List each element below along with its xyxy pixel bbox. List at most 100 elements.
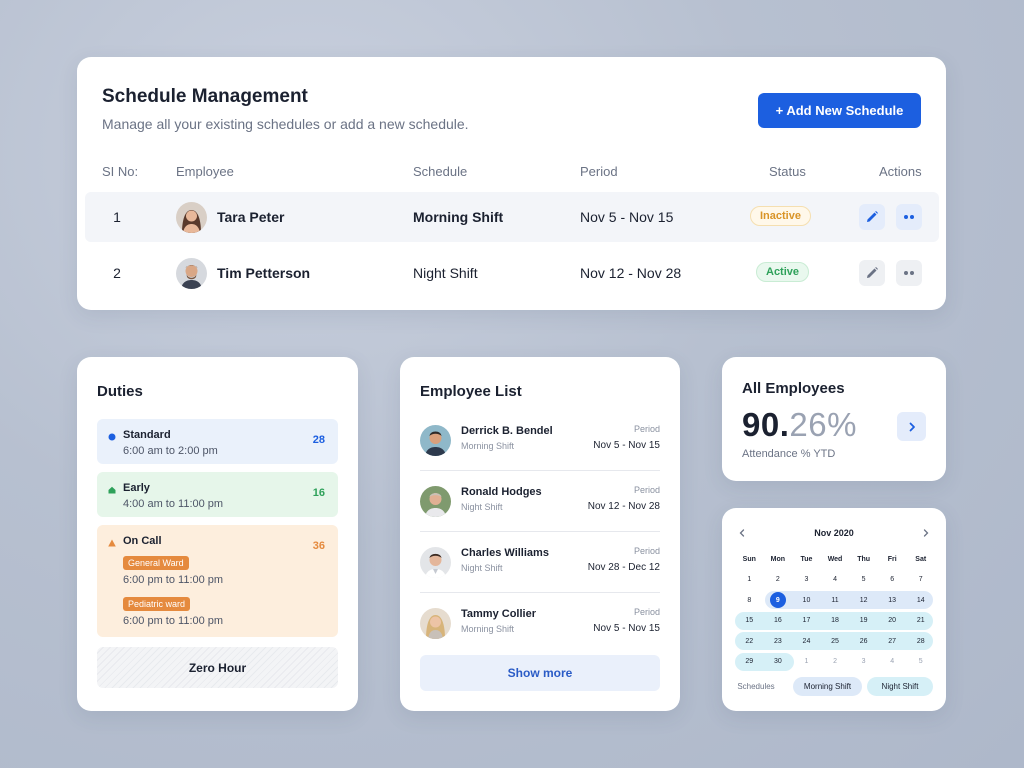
all-employees-card: All Employees 90.26% Attendance % YTD bbox=[722, 357, 946, 481]
next-month-button[interactable] bbox=[919, 526, 933, 540]
duty-on-call[interactable]: On Call 36 General Ward 6:00 pm to 11:00… bbox=[97, 525, 338, 637]
employee-list-title: Employee List bbox=[420, 383, 522, 400]
chevron-right-icon bbox=[909, 422, 915, 431]
calendar-day[interactable]: 2 bbox=[764, 571, 793, 589]
calendar-day[interactable]: 28 bbox=[906, 632, 935, 650]
attendance-value: 90.26% bbox=[742, 406, 857, 444]
duty-standard[interactable]: Standard 6:00 am to 2:00 pm 28 bbox=[97, 419, 338, 464]
duty-zero-hour[interactable]: Zero Hour bbox=[97, 647, 338, 688]
list-item[interactable]: Tammy Collier Morning Shift Period Nov 5… bbox=[420, 593, 660, 654]
weekday-label: Wed bbox=[827, 555, 843, 563]
calendar-day[interactable]: 18 bbox=[821, 612, 850, 630]
calendar-day[interactable]: 1 bbox=[735, 571, 764, 589]
calendar-day[interactable]: 30 bbox=[764, 653, 793, 671]
calendar-day[interactable]: 8 bbox=[735, 591, 764, 609]
row-number: 1 bbox=[113, 209, 121, 225]
calendar-day[interactable]: 12 bbox=[849, 591, 878, 609]
calendar-day[interactable]: 15 bbox=[735, 612, 764, 630]
calendar-day[interactable]: 20 bbox=[878, 612, 907, 630]
period-cell: Nov 5 - Nov 15 bbox=[580, 209, 674, 225]
table-row[interactable]: 1 Tara Peter Morning Shift Nov 5 - Nov 1… bbox=[85, 192, 939, 242]
calendar-week: 22 23 24 25 26 27 28 bbox=[735, 632, 935, 653]
circle-icon bbox=[108, 433, 116, 441]
list-item[interactable]: Charles Williams Night Shift Period Nov … bbox=[420, 532, 660, 593]
pencil-icon bbox=[867, 211, 878, 222]
weekday-label: Thu bbox=[857, 555, 871, 563]
attendance-caption: Attendance % YTD bbox=[742, 448, 836, 460]
calendar-week: 15 16 17 18 19 20 21 bbox=[735, 611, 935, 633]
period-label: Period bbox=[633, 607, 660, 617]
duty-name: Early bbox=[123, 482, 150, 494]
status-badge: Inactive bbox=[750, 206, 811, 226]
calendar-day[interactable]: 24 bbox=[792, 632, 821, 650]
calendar-day[interactable]: 23 bbox=[764, 632, 793, 650]
calendar-day[interactable]: 25 bbox=[821, 632, 850, 650]
avatar bbox=[420, 608, 451, 639]
employee-name: Tara Peter bbox=[217, 209, 285, 225]
calendar-day[interactable]: 7 bbox=[906, 571, 935, 589]
calendar-day[interactable]: 5 bbox=[849, 571, 878, 589]
calendar-day[interactable]: 11 bbox=[821, 591, 850, 609]
legend-night-shift[interactable]: Night Shift bbox=[867, 677, 933, 696]
calendar-day[interactable]: 21 bbox=[906, 612, 935, 630]
calendar-day[interactable]: 17 bbox=[792, 612, 821, 630]
calendar-day[interactable]: 22 bbox=[735, 632, 764, 650]
calendar-week: 1 2 3 4 5 6 7 bbox=[735, 571, 935, 592]
attendance-value-integer: 90. bbox=[742, 406, 790, 443]
calendar-day[interactable]: 16 bbox=[764, 612, 793, 630]
calendar-day-next-month[interactable]: 3 bbox=[849, 653, 878, 671]
calendar-day-next-month[interactable]: 2 bbox=[821, 653, 850, 671]
calendar-day[interactable]: 26 bbox=[849, 632, 878, 650]
column-header-schedule[interactable]: Schedule bbox=[413, 164, 467, 179]
page-subtitle: Manage all your existing schedules or ad… bbox=[102, 116, 469, 132]
calendar-day[interactable]: 6 bbox=[878, 571, 907, 589]
column-header-status[interactable]: Status bbox=[769, 164, 806, 179]
calendar-day[interactable]: 13 bbox=[878, 591, 907, 609]
calendar-day[interactable]: 27 bbox=[878, 632, 907, 650]
more-options-button[interactable] bbox=[896, 260, 922, 286]
duty-count: 16 bbox=[312, 487, 325, 499]
column-header-period[interactable]: Period bbox=[580, 164, 618, 179]
weekday-label: Mon bbox=[770, 555, 786, 563]
edit-button[interactable] bbox=[859, 204, 885, 230]
calendar-card: Nov 2020 Sun Mon Tue Wed Thu Fri Sat 1 2… bbox=[722, 508, 946, 711]
more-dots-icon bbox=[904, 271, 914, 275]
calendar-day[interactable]: 19 bbox=[849, 612, 878, 630]
triangle-icon bbox=[108, 539, 116, 547]
calendar-day-next-month[interactable]: 5 bbox=[906, 653, 935, 671]
calendar-day[interactable]: 10 bbox=[792, 591, 821, 609]
more-options-button[interactable] bbox=[896, 204, 922, 230]
calendar-day[interactable]: 29 bbox=[735, 653, 764, 671]
period-label: Period bbox=[633, 485, 660, 495]
duty-early[interactable]: Early 4:00 am to 11:00 pm 16 bbox=[97, 472, 338, 517]
show-more-button[interactable]: Show more bbox=[420, 655, 660, 691]
period-value: Nov 28 - Dec 12 bbox=[587, 562, 660, 573]
calendar-day[interactable]: 3 bbox=[792, 571, 821, 589]
legend-morning-shift[interactable]: Morning Shift bbox=[793, 677, 862, 696]
table-row[interactable]: 2 Tim Petterson Night Shift Nov 12 - Nov… bbox=[85, 248, 939, 298]
house-icon bbox=[108, 486, 116, 494]
add-new-schedule-button[interactable]: + Add New Schedule bbox=[758, 93, 921, 128]
duty-count: 28 bbox=[312, 434, 325, 446]
period-value: Nov 5 - Nov 15 bbox=[593, 440, 660, 451]
column-header-si-no[interactable]: SI No: bbox=[102, 164, 138, 179]
calendar-day-next-month[interactable]: 1 bbox=[792, 653, 821, 671]
employee-cell: Tim Petterson bbox=[176, 248, 310, 298]
calendar-day[interactable]: 4 bbox=[821, 571, 850, 589]
employee-list-card: Employee List Derrick B. Bendel Morning … bbox=[400, 357, 680, 711]
view-all-employees-button[interactable] bbox=[897, 412, 926, 441]
weekday-label: Fri bbox=[887, 555, 897, 563]
list-item[interactable]: Ronald Hodges Night Shift Period Nov 12 … bbox=[420, 471, 660, 532]
employee-name: Charles Williams bbox=[461, 547, 549, 559]
employee-shift: Night Shift bbox=[461, 563, 503, 573]
employee-shift: Morning Shift bbox=[461, 624, 515, 634]
list-item[interactable]: Derrick B. Bendel Morning Shift Period N… bbox=[420, 410, 660, 471]
edit-button[interactable] bbox=[859, 260, 885, 286]
calendar-day-next-month[interactable]: 4 bbox=[878, 653, 907, 671]
legend-label: Schedules bbox=[737, 682, 775, 691]
employee-name: Tammy Collier bbox=[461, 608, 536, 620]
period-label: Period bbox=[633, 546, 660, 556]
column-header-employee[interactable]: Employee bbox=[176, 164, 234, 179]
calendar-day-selected[interactable]: 9 bbox=[764, 591, 793, 609]
calendar-day[interactable]: 14 bbox=[906, 591, 935, 609]
